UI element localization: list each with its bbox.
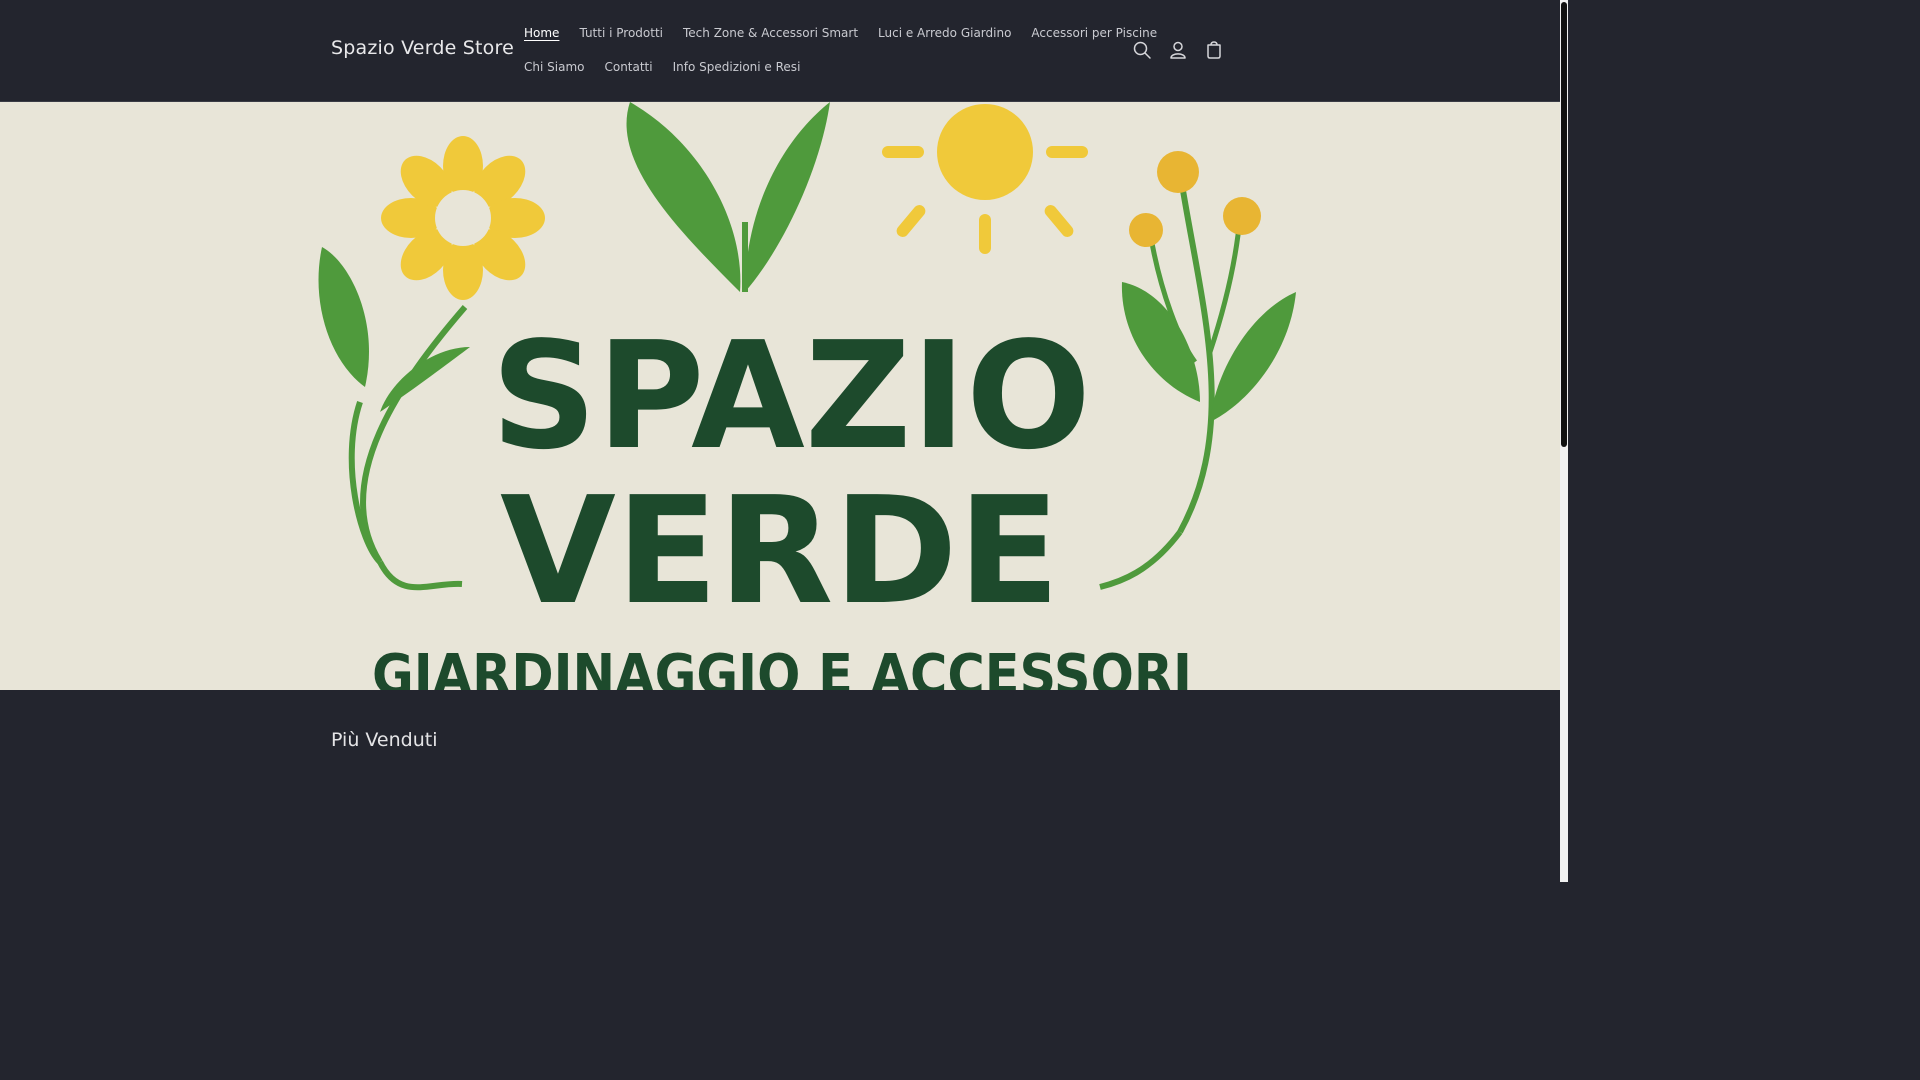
spazio-verde-logo: SPAZIO VERDE GIARDINAGGIO E ACCESSORI bbox=[0, 102, 1560, 690]
search-button[interactable] bbox=[1124, 32, 1160, 68]
logo-text-tagline: GIARDINAGGIO E ACCESSORI bbox=[372, 643, 1192, 690]
nav-item-spedizioni-resi[interactable]: Info Spedizioni e Resi bbox=[663, 58, 811, 76]
nav-item-tech-zone[interactable]: Tech Zone & Accessori Smart bbox=[673, 24, 868, 42]
yellow-flower-icon bbox=[381, 136, 545, 300]
logo-text-verde: VERDE bbox=[500, 465, 1060, 637]
logo-text-spazio: SPAZIO bbox=[491, 310, 1091, 482]
cart-icon bbox=[1207, 41, 1221, 59]
nav-item-tutti-i-prodotti[interactable]: Tutti i Prodotti bbox=[569, 24, 673, 42]
scrollbar-thumb[interactable] bbox=[1561, 2, 1567, 447]
main-nav-row-1: Home Tutti i Prodotti Tech Zone & Access… bbox=[514, 24, 1167, 42]
page: Spazio Verde Store Home Tutti i Prodotti… bbox=[0, 0, 1568, 882]
nav-item-luci-arredo[interactable]: Luci e Arredo Giardino bbox=[868, 24, 1021, 42]
main-nav-row-2: Chi Siamo Contatti Info Spedizioni e Res… bbox=[514, 58, 810, 76]
nav-item-chi-siamo[interactable]: Chi Siamo bbox=[514, 58, 594, 76]
account-button[interactable] bbox=[1160, 32, 1196, 68]
page-scrollbar[interactable] bbox=[1560, 0, 1568, 882]
nav-item-contatti[interactable]: Contatti bbox=[594, 58, 662, 76]
bestsellers-title: Più Venduti bbox=[331, 729, 438, 751]
brand-link[interactable]: Spazio Verde Store bbox=[331, 37, 514, 59]
site-header: Spazio Verde Store Home Tutti i Prodotti… bbox=[0, 0, 1560, 102]
cart-button[interactable] bbox=[1196, 32, 1232, 68]
search-icon bbox=[1133, 41, 1151, 59]
account-icon bbox=[1170, 41, 1186, 59]
hero-banner[interactable]: SPAZIO VERDE GIARDINAGGIO E ACCESSORI bbox=[0, 102, 1560, 690]
nav-item-home[interactable]: Home bbox=[514, 24, 569, 42]
